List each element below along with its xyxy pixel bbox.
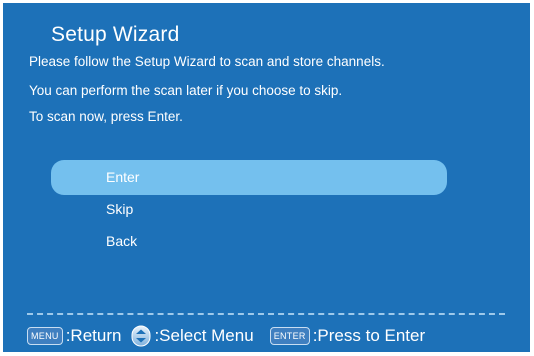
page-title: Setup Wizard	[51, 23, 180, 46]
footer-divider	[27, 313, 505, 315]
menu-item-enter[interactable]: Enter	[51, 160, 447, 195]
enter-key-badge: ENTER	[269, 327, 310, 345]
instruction-line-3: To scan now, press Enter.	[29, 109, 183, 124]
key-hint-bar: MENU :Return :Select Menu ENTER :Press t…	[27, 323, 425, 349]
menu-item-back[interactable]: Back	[51, 228, 447, 254]
menu-item-label: Enter	[106, 169, 140, 185]
up-down-arrows-icon	[131, 325, 151, 347]
instruction-line-2: You can perform the scan later if you ch…	[29, 83, 343, 98]
menu-key-badge: MENU	[27, 327, 63, 345]
menu-item-label: Back	[106, 233, 138, 249]
menu-item-skip[interactable]: Skip	[51, 196, 447, 222]
nav-hint: :Select Menu	[154, 326, 254, 345]
enter-key-hint: :Press to Enter	[312, 326, 426, 345]
setup-wizard-screen: Setup Wizard Please follow the Setup Wiz…	[3, 3, 530, 352]
menu-key-hint: :Return	[65, 326, 122, 345]
instruction-line-1: Please follow the Setup Wizard to scan a…	[29, 54, 385, 69]
menu-item-label: Skip	[106, 201, 134, 217]
